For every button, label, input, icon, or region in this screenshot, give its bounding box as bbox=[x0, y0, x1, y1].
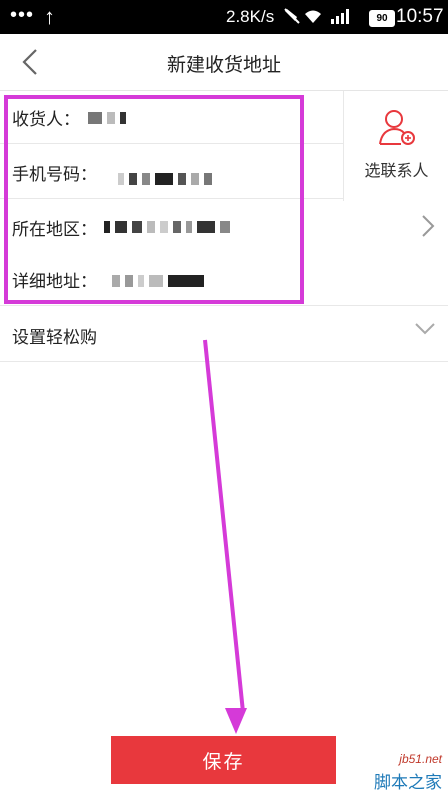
page-title: 新建收货地址 bbox=[166, 54, 281, 76]
clock: 10:57 bbox=[396, 6, 444, 27]
wifi-signal-icons bbox=[284, 8, 349, 24]
battery-icon: 90 bbox=[369, 10, 395, 27]
watermark: jb51.net 脚本之家 bbox=[372, 752, 448, 800]
app-header: 新建收货地址 bbox=[0, 34, 448, 91]
notification-dots: ••• bbox=[10, 4, 35, 26]
signal-icons bbox=[283, 7, 363, 32]
upload-arrow-icon: ↑ bbox=[44, 4, 55, 29]
save-button[interactable]: 保存 bbox=[111, 736, 336, 784]
easy-buy-label: 设置轻松购 bbox=[12, 328, 97, 348]
network-speed: 2.8K/s bbox=[226, 7, 275, 26]
watermark-name: 脚本之家 bbox=[374, 773, 442, 793]
easy-buy-row[interactable]: 设置轻松购 bbox=[0, 309, 448, 362]
select-contact-button[interactable]: 选联系人 bbox=[343, 91, 448, 201]
status-bar: ••• ↑ 2.8K/s 90 10:57 bbox=[0, 0, 448, 34]
chevron-right-icon[interactable] bbox=[420, 213, 436, 239]
highlight-box bbox=[4, 95, 304, 304]
chevron-down-icon[interactable] bbox=[414, 322, 436, 336]
select-contact-label: 选联系人 bbox=[364, 161, 429, 180]
watermark-url: jb51.net bbox=[399, 752, 442, 766]
add-contact-icon bbox=[379, 110, 415, 145]
